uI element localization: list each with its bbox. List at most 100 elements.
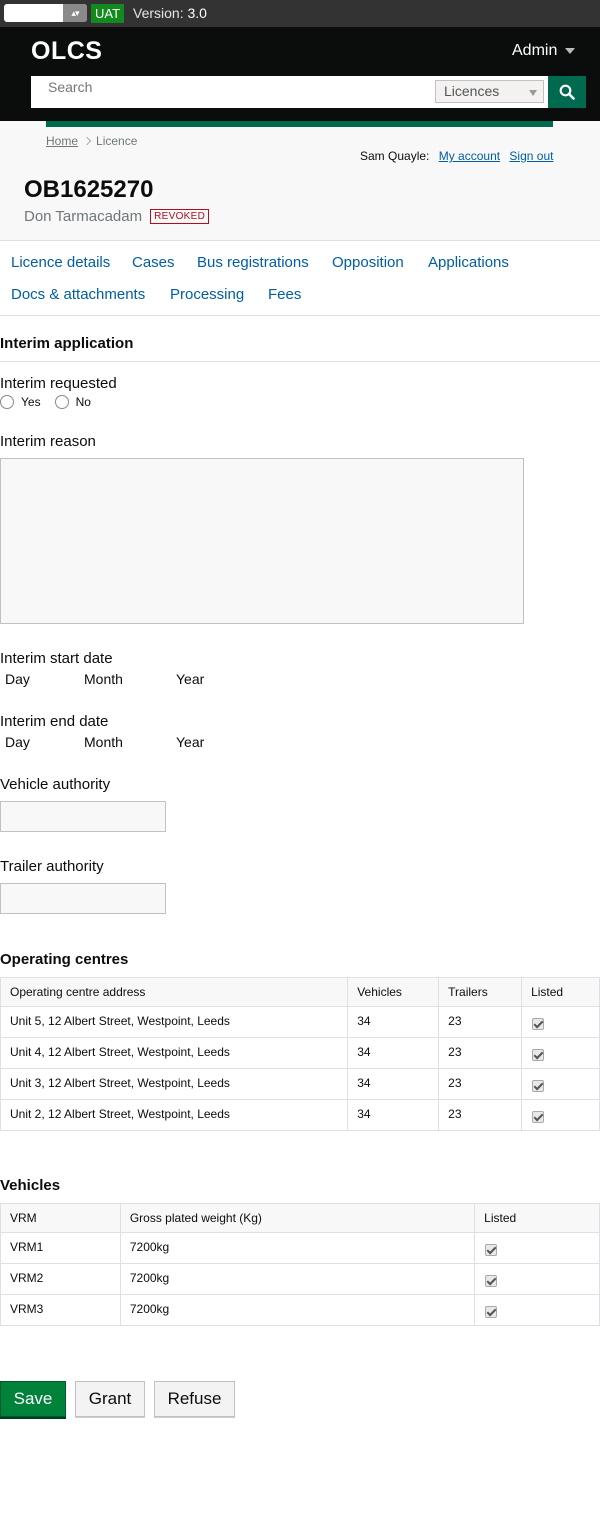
caret-down-icon [565, 47, 576, 54]
trailer-authority-input[interactable] [0, 883, 166, 914]
interim-yes-radio[interactable] [0, 395, 14, 409]
column-header[interactable]: Vehicles [347, 977, 440, 1007]
sign-out-link[interactable]: Sign out [509, 149, 553, 163]
start-day-field[interactable]: Day [5, 671, 30, 687]
interim-section-title: Interim application [0, 335, 134, 352]
licence-tabs: Licence details Cases Bus registrations … [0, 241, 600, 316]
interim-requested-label: Interim requested [0, 375, 117, 392]
vehicle-listed-cell [474, 1232, 600, 1264]
vehicle-vrm: VRM3 [0, 1294, 121, 1326]
vehicle-vrm: VRM1 [0, 1232, 121, 1264]
table-row: VRM1 7200kg [0, 1232, 600, 1264]
listed-checkbox[interactable] [485, 1275, 498, 1287]
interim-reason-textarea[interactable] [0, 458, 524, 624]
logo[interactable]: OLCS [31, 37, 102, 66]
vehicle-authority-input[interactable] [0, 801, 166, 832]
table-row: VRM3 7200kg [0, 1294, 600, 1326]
oc-address: Unit 3, 12 Albert Street, Westpoint, Lee… [0, 1068, 349, 1100]
my-account-link[interactable]: My account [439, 149, 500, 163]
interim-reason-label: Interim reason [0, 433, 96, 450]
oc-address: Unit 5, 12 Albert Street, Westpoint, Lee… [0, 1006, 349, 1038]
interim-no-label[interactable]: No [76, 395, 91, 409]
interim-no-radio[interactable] [54, 395, 69, 409]
column-header[interactable]: Trailers [438, 977, 523, 1007]
oc-vehicles: 34 [347, 1006, 440, 1038]
table-row: Unit 4, 12 Albert Street, Westpoint, Lee… [0, 1037, 600, 1069]
table-row: VRM2 7200kg [0, 1263, 600, 1295]
vehicle-weight: 7200kg [119, 1263, 476, 1295]
site-header: OLCS Admin Licences [0, 27, 600, 121]
operating-centres-title: Operating centres [0, 951, 129, 968]
listed-checkbox[interactable] [532, 1080, 545, 1092]
operator-name-line: Don Tarmacadam REVOKED [24, 208, 210, 225]
select-arrows-icon: ▴▾ [63, 4, 87, 22]
table-row: Unit 3, 12 Albert Street, Westpoint, Lee… [0, 1068, 600, 1100]
operating-centres-table: Operating centre address Vehicles Traile… [0, 977, 600, 1131]
trailer-authority-label: Trailer authority [0, 858, 104, 875]
column-header[interactable]: Operating centre address [0, 977, 349, 1007]
listed-checkbox[interactable] [532, 1111, 545, 1123]
oc-trailers: 23 [438, 1099, 523, 1131]
listed-checkbox[interactable] [532, 1018, 545, 1030]
search-icon [559, 84, 575, 100]
vehicle-weight: 7200kg [119, 1294, 476, 1326]
chevron-down-icon [529, 90, 537, 96]
tab-cases[interactable]: Cases [132, 254, 175, 271]
end-year-field[interactable]: Year [176, 734, 204, 750]
start-year-field[interactable]: Year [176, 671, 204, 687]
column-header[interactable]: Gross plated weight (Kg) [119, 1203, 476, 1233]
vehicle-authority-label: Vehicle authority [0, 776, 111, 793]
tab-licence-details[interactable]: Licence details [11, 254, 110, 271]
vehicles-table: VRM Gross plated weight (Kg) Listed VRM1… [0, 1203, 600, 1326]
table-row: Unit 2, 12 Albert Street, Westpoint, Lee… [0, 1099, 600, 1131]
status-badge: REVOKED [150, 209, 210, 224]
table-header-row: Operating centre address Vehicles Traile… [0, 977, 600, 1007]
interim-end-date-label: Interim end date [0, 713, 109, 730]
search-button[interactable] [548, 76, 586, 108]
interim-start-date-label: Interim start date [0, 650, 113, 667]
tab-docs-attachments[interactable]: Docs & attachments [11, 286, 145, 303]
grant-button[interactable]: Grant [75, 1381, 145, 1417]
tab-applications[interactable]: Applications [428, 254, 509, 271]
admin-menu[interactable]: Admin [512, 42, 576, 60]
start-month-field[interactable]: Month [84, 671, 123, 687]
search-scope-value: Licences [444, 83, 500, 99]
oc-trailers: 23 [438, 1037, 523, 1069]
search-scope-select[interactable]: Licences [435, 80, 544, 103]
column-header[interactable]: VRM [0, 1203, 121, 1233]
vehicle-weight: 7200kg [119, 1232, 476, 1264]
oc-listed-cell [521, 1037, 600, 1069]
save-button[interactable]: Save [0, 1381, 66, 1417]
tab-bus-registrations[interactable]: Bus registrations [197, 254, 309, 271]
tab-processing[interactable]: Processing [170, 286, 244, 303]
table-row: Unit 5, 12 Albert Street, Westpoint, Lee… [0, 1006, 600, 1038]
page-header: Home Licence Sam Quayle: My account Sign … [0, 121, 600, 241]
end-month-field[interactable]: Month [84, 734, 123, 750]
listed-checkbox[interactable] [485, 1306, 498, 1318]
column-header[interactable]: Listed [474, 1203, 600, 1233]
environment-select[interactable]: ▴▾ [4, 4, 87, 22]
end-day-field[interactable]: Day [5, 734, 30, 750]
listed-checkbox[interactable] [532, 1049, 545, 1061]
vehicle-listed-cell [474, 1294, 600, 1326]
column-header[interactable]: Listed [521, 977, 600, 1007]
environment-badge: UAT [91, 4, 125, 23]
refuse-button[interactable]: Refuse [154, 1381, 235, 1417]
section-divider [0, 361, 600, 362]
user-bar: Sam Quayle: My account Sign out [360, 149, 553, 163]
oc-address: Unit 4, 12 Albert Street, Westpoint, Lee… [0, 1037, 349, 1069]
version-number: 3.0 [187, 5, 207, 21]
tab-fees[interactable]: Fees [268, 286, 301, 303]
oc-address: Unit 2, 12 Albert Street, Westpoint, Lee… [0, 1099, 349, 1131]
chevron-right-icon [82, 136, 92, 146]
breadcrumb-home-link[interactable]: Home [46, 134, 78, 148]
oc-vehicles: 34 [347, 1099, 440, 1131]
oc-vehicles: 34 [347, 1068, 440, 1100]
listed-checkbox[interactable] [485, 1244, 498, 1256]
tab-opposition[interactable]: Opposition [332, 254, 404, 271]
search-input[interactable] [48, 79, 418, 95]
interim-requested-radios: Yes No [0, 395, 105, 409]
interim-yes-label[interactable]: Yes [21, 395, 41, 409]
table-header-row: VRM Gross plated weight (Kg) Listed [0, 1203, 600, 1233]
breadcrumb-current: Licence [96, 134, 138, 148]
